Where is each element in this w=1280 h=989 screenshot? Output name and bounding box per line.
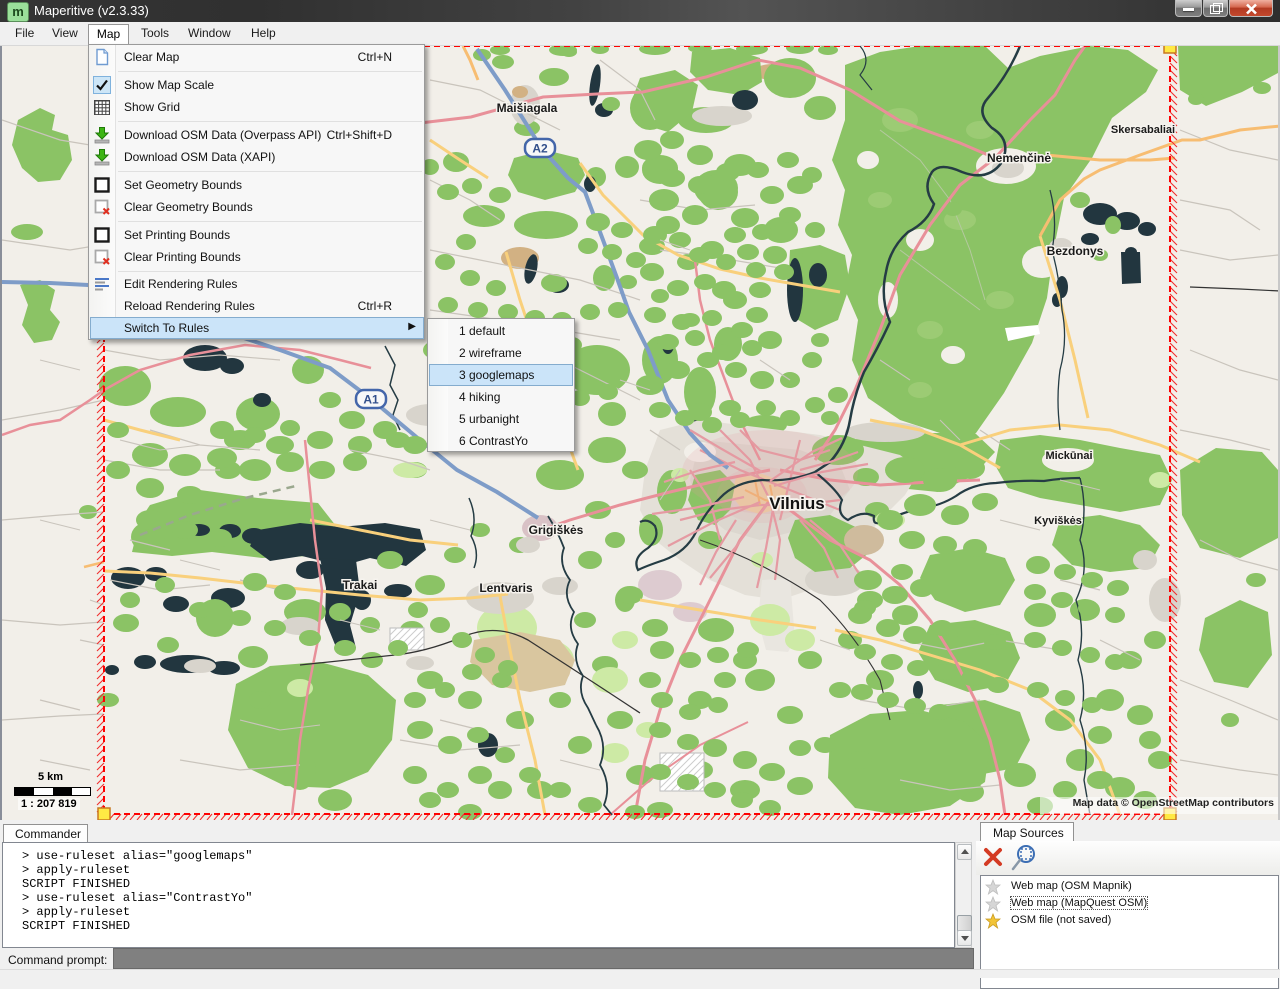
- svg-text:Skersabaliai: Skersabaliai: [1111, 124, 1175, 136]
- svg-text:Maišiagala: Maišiagala: [497, 101, 558, 115]
- svg-text:Mickūnai: Mickūnai: [1045, 450, 1092, 462]
- svg-text:Trakai: Trakai: [343, 578, 378, 592]
- svg-text:Grigiškės: Grigiškės: [529, 523, 584, 537]
- svg-text:A2: A2: [532, 142, 548, 156]
- svg-text:Vilnius: Vilnius: [769, 494, 824, 513]
- svg-text:Nemenčinė: Nemenčinė: [987, 151, 1051, 165]
- svg-text:Kyviškės: Kyviškės: [1034, 515, 1082, 527]
- svg-text:Bezdonys: Bezdonys: [1047, 244, 1104, 258]
- svg-text:A1: A1: [363, 393, 379, 407]
- svg-text:Lentvaris: Lentvaris: [479, 581, 533, 595]
